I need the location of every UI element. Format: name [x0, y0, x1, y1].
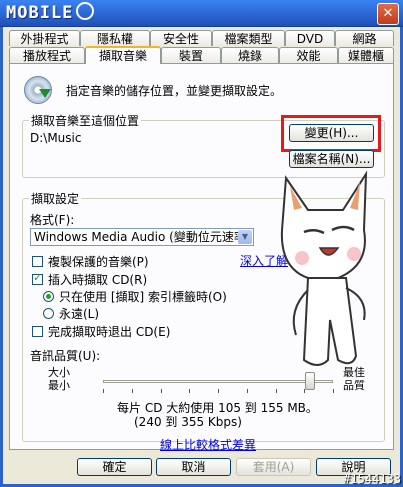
format-select-value: Windows Media Audio (變動位元速率): [34, 230, 251, 244]
ok-button[interactable]: 確定: [77, 458, 152, 476]
logo-mark-icon: [76, 2, 95, 20]
image-id-watermark: #1544133: [343, 472, 401, 486]
dropdown-arrow-icon[interactable]: ▼: [238, 230, 252, 244]
apply-button[interactable]: 套用(A): [236, 458, 311, 476]
highlight-box: [281, 115, 381, 152]
tab-dvd[interactable]: DVD: [285, 30, 335, 46]
quality-slider-tick: [160, 389, 162, 393]
rip-on-insert-checkbox[interactable]: [32, 271, 43, 285]
rip-on-insert-label: 插入時擷取 CD(R): [48, 273, 148, 287]
app-logo: MOBILE: [6, 2, 95, 23]
tab-privacy[interactable]: 隱私權: [80, 30, 150, 46]
tab-strip: 外掛程式 隱私權 安全性 檔案類型 DVD 網路 播放程式 擷取音樂 裝置 燒錄…: [9, 30, 394, 66]
quality-slider-tick: [218, 389, 219, 393]
usage-line-2: (240 到 355 Kbps): [134, 415, 242, 429]
quality-slider-tick: [103, 389, 104, 393]
radio-only-rip-tab-label: 只在使用 [擷取] 索引標籤時(O): [59, 290, 227, 304]
cd-rip-icon: [24, 76, 52, 104]
rip-location-legend: 擷取音樂至這個位置: [31, 114, 140, 128]
tab-performance[interactable]: 效能: [279, 47, 338, 63]
tab-burn[interactable]: 燒錄: [221, 47, 279, 63]
radio-always[interactable]: [43, 308, 54, 319]
rip-settings-legend: 擷取設定: [31, 192, 80, 206]
tab-file-types[interactable]: 檔案類型: [212, 30, 285, 46]
close-button[interactable]: ✕: [377, 3, 399, 25]
format-select[interactable]: Windows Media Audio (變動位元速率) ▼: [30, 228, 254, 246]
tab-devices[interactable]: 裝置: [161, 47, 221, 63]
copy-protect-label: 複製保護的音樂(P): [48, 255, 149, 269]
quality-slider-tick: [246, 389, 248, 393]
quality-slider-tick: [333, 389, 334, 393]
format-label: 格式(F):: [30, 213, 75, 227]
tab-network[interactable]: 網路: [335, 30, 394, 46]
filename-button[interactable]: 檔案名稱(N)...: [289, 150, 374, 168]
rip-location-path: D:\Music: [30, 131, 82, 145]
tab-security[interactable]: 安全性: [150, 30, 212, 46]
radio-only-rip-tab[interactable]: [43, 291, 54, 302]
compare-formats-link[interactable]: 線上比較格式差異: [160, 436, 256, 453]
title-bar: MOBILE ✕: [0, 0, 403, 27]
eject-checkbox[interactable]: [32, 326, 43, 337]
cancel-button[interactable]: 取消: [156, 458, 231, 476]
tab-library[interactable]: 媒體櫃: [338, 47, 394, 63]
tab-plugins[interactable]: 外掛程式: [9, 30, 80, 46]
quality-slider-tick: [275, 389, 277, 393]
quality-min-bottom: 最小: [48, 379, 70, 392]
tab-rip-music[interactable]: 擷取音樂: [85, 46, 161, 64]
tab-player[interactable]: 播放程式: [9, 47, 85, 63]
quality-slider-tick: [131, 389, 133, 393]
quality-slider-tick: [189, 389, 191, 393]
copy-protect-checkbox[interactable]: [32, 256, 43, 267]
radio-always-label: 永遠(L): [59, 307, 100, 321]
eject-label: 完成擷取時退出 CD(E): [48, 325, 171, 339]
panel-description: 指定音樂的儲存位置，並變更擷取設定。: [66, 84, 283, 98]
cat-mascot-illustration: [280, 170, 368, 366]
quality-label: 音訊品質(U):: [30, 349, 101, 363]
